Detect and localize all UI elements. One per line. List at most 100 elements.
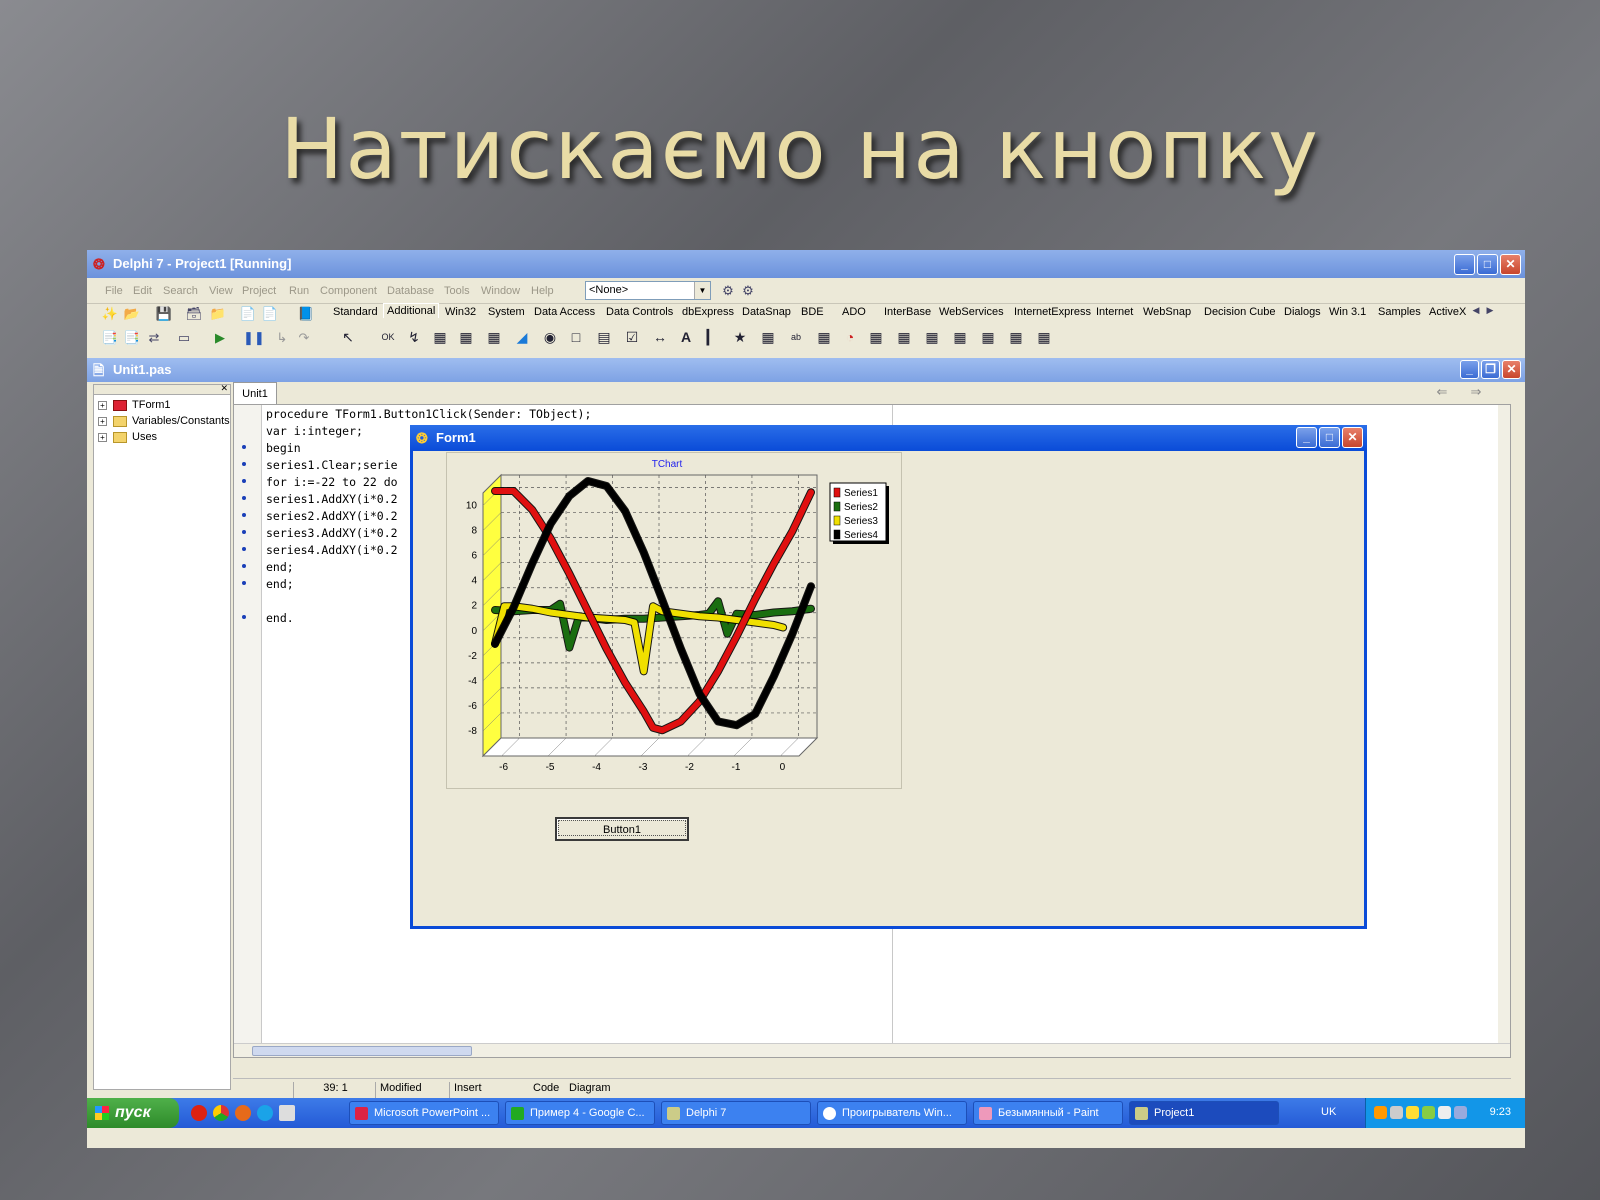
explorer-close-icon[interactable]: ✕: [220, 383, 228, 394]
save-icon[interactable]: 💾: [155, 306, 173, 322]
palette-tab[interactable]: System: [488, 306, 525, 318]
nav-back-icon[interactable]: ⇐: [1433, 384, 1451, 400]
palette-tab[interactable]: Win32: [445, 306, 476, 318]
skype-icon[interactable]: [257, 1105, 273, 1121]
new-form-icon[interactable]: ▭: [175, 330, 193, 346]
breakpoint-dot[interactable]: [242, 547, 246, 551]
valuelisteditor-icon[interactable]: ▦: [757, 326, 779, 348]
breakpoint-dot[interactable]: [242, 513, 246, 517]
palette-tab[interactable]: Standard: [333, 306, 378, 318]
tree-node-variables[interactable]: + Variables/Constants: [98, 415, 230, 427]
drawgrid-icon[interactable]: ▦: [483, 326, 505, 348]
pointer-icon[interactable]: ↖: [337, 326, 359, 348]
breakpoint-dot[interactable]: [242, 496, 246, 500]
scrollbox-icon[interactable]: ▤: [593, 326, 615, 348]
vertical-scrollbar[interactable]: [1498, 405, 1510, 1057]
tray-icon[interactable]: [1422, 1106, 1435, 1119]
palette-tab[interactable]: Win 3.1: [1329, 306, 1366, 318]
menu-help[interactable]: Help: [531, 285, 554, 297]
step-over-icon[interactable]: ↷: [295, 330, 313, 346]
editor-restore-button[interactable]: ❐: [1481, 360, 1500, 379]
custom-actionpopup-icon[interactable]: ▦: [1033, 326, 1055, 348]
button1[interactable]: Button1: [555, 817, 689, 841]
image-icon[interactable]: ◢: [511, 326, 533, 348]
task-media-player[interactable]: Проигрыватель Win...: [817, 1101, 967, 1125]
palette-tab[interactable]: BDE: [801, 306, 824, 318]
tab-code[interactable]: Code: [529, 1082, 559, 1098]
tree-node-uses[interactable]: + Uses: [98, 431, 157, 443]
stringgrid-icon[interactable]: ▦: [455, 326, 477, 348]
minimize-button[interactable]: _: [1454, 254, 1475, 275]
form1-close-button[interactable]: ✕: [1342, 427, 1363, 448]
add-file-icon[interactable]: 📄: [239, 306, 257, 322]
save-all-icon[interactable]: 🗃: [185, 306, 203, 322]
bevel-icon[interactable]: □: [565, 326, 587, 348]
palette-tab[interactable]: ActiveX: [1429, 306, 1466, 318]
breakpoint-dot[interactable]: [242, 445, 246, 449]
standardcolormap-icon[interactable]: ▦: [977, 326, 999, 348]
language-indicator[interactable]: UK: [1321, 1106, 1336, 1118]
toggle-form-icon[interactable]: ⇄: [145, 330, 163, 346]
xpcolormap-icon[interactable]: ▦: [949, 326, 971, 348]
volume-icon[interactable]: [1438, 1106, 1451, 1119]
palette-tab[interactable]: Data Controls: [606, 306, 673, 318]
tray-icon[interactable]: [1374, 1106, 1387, 1119]
twilightcolormap-icon[interactable]: ▦: [1005, 326, 1027, 348]
menu-search[interactable]: Search: [163, 285, 198, 297]
actiontoolbar-icon[interactable]: ▦: [921, 326, 943, 348]
menu-edit[interactable]: Edit: [133, 285, 152, 297]
breakpoint-dot[interactable]: [242, 564, 246, 568]
start-button[interactable]: пуск: [87, 1098, 179, 1128]
tray-icon[interactable]: [1390, 1106, 1403, 1119]
menu-tools[interactable]: Tools: [444, 285, 470, 297]
firefox-icon[interactable]: [235, 1105, 251, 1121]
palette-tab-active[interactable]: Additional: [383, 303, 440, 318]
tab-unit1[interactable]: Unit1: [233, 382, 277, 404]
menu-file[interactable]: File: [105, 285, 123, 297]
actionmainmenubar-icon[interactable]: ▦: [893, 326, 915, 348]
palette-tab[interactable]: DataSnap: [742, 306, 791, 318]
form1-maximize-button[interactable]: □: [1319, 427, 1340, 448]
menu-component[interactable]: Component: [320, 285, 377, 297]
view-unit-icon[interactable]: 📑: [101, 330, 119, 346]
splitter-icon[interactable]: ↔: [649, 326, 671, 348]
breakpoint-dot[interactable]: [242, 615, 246, 619]
menu-project[interactable]: Project: [242, 285, 276, 297]
palette-tab[interactable]: WebSnap: [1143, 306, 1191, 318]
menu-run[interactable]: Run: [289, 285, 309, 297]
run-config-icon[interactable]: ⚙: [719, 283, 737, 299]
scroll-thumb[interactable]: [252, 1046, 472, 1056]
open-icon[interactable]: 📂: [123, 306, 141, 322]
close-button[interactable]: ✕: [1500, 254, 1521, 275]
remove-file-icon[interactable]: 📄: [261, 306, 279, 322]
palette-tab[interactable]: WebServices: [939, 306, 1004, 318]
task-powerpoint[interactable]: Microsoft PowerPoint ...: [349, 1101, 499, 1125]
config-save-icon[interactable]: ⚙: [739, 283, 757, 299]
editor-close-button[interactable]: ✕: [1502, 360, 1521, 379]
chevron-down-icon[interactable]: ▼: [694, 282, 710, 299]
floppy-icon[interactable]: [279, 1105, 295, 1121]
run-icon[interactable]: ▶: [211, 330, 229, 346]
pause-icon[interactable]: ❚❚: [243, 330, 265, 346]
menu-window[interactable]: Window: [481, 285, 520, 297]
horizontal-scrollbar[interactable]: [234, 1043, 1510, 1057]
trace-into-icon[interactable]: ↳: [273, 330, 291, 346]
network-icon[interactable]: [1454, 1106, 1467, 1119]
palette-tab[interactable]: InterBase: [884, 306, 931, 318]
breakpoint-dot[interactable]: [242, 581, 246, 585]
bitbtn-icon[interactable]: OK: [377, 326, 399, 348]
opera-icon[interactable]: [191, 1105, 207, 1121]
tree-node-tform1[interactable]: + TForm1: [98, 399, 171, 411]
nav-forward-icon[interactable]: ⇒: [1467, 384, 1485, 400]
palette-tab[interactable]: Data Access: [534, 306, 595, 318]
chart-icon[interactable]: ◔: [839, 326, 861, 348]
palette-tab[interactable]: Decision Cube: [1204, 306, 1276, 318]
editor-minimize-button[interactable]: _: [1460, 360, 1479, 379]
view-form-icon[interactable]: 📑: [123, 330, 141, 346]
help-icon[interactable]: 📘: [297, 306, 315, 322]
palette-tab[interactable]: InternetExpress: [1014, 306, 1091, 318]
new-icon[interactable]: ✨: [101, 306, 119, 322]
open-project-icon[interactable]: 📁: [209, 306, 227, 322]
colorbox-icon[interactable]: ▦: [813, 326, 835, 348]
tab-diagram[interactable]: Diagram: [565, 1082, 611, 1098]
